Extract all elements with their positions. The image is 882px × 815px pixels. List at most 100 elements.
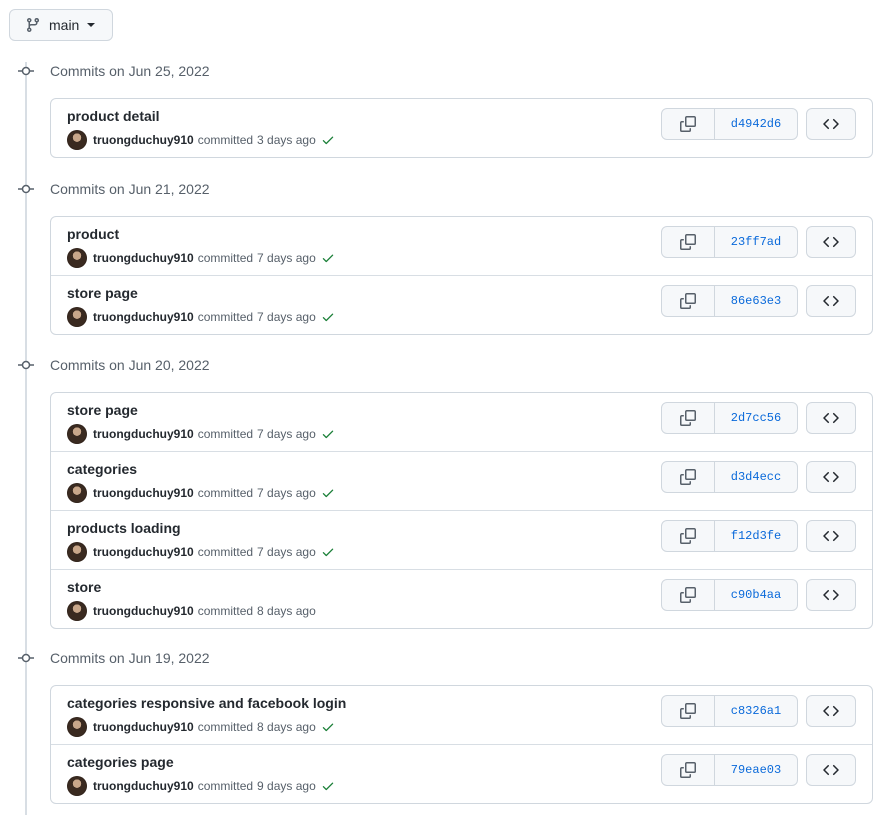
avatar[interactable] xyxy=(67,307,87,327)
avatar[interactable] xyxy=(67,542,87,562)
code-icon xyxy=(823,234,839,250)
caret-down-icon xyxy=(87,23,96,27)
browse-repo-button[interactable] xyxy=(806,754,856,786)
commit-time: 7 days ago xyxy=(257,427,316,441)
commit-message-link[interactable]: categories page xyxy=(67,754,174,770)
commit-time: 7 days ago xyxy=(257,545,316,559)
commit-group-header: Commits on Jun 20, 2022 xyxy=(0,355,300,375)
commit-sha-link[interactable]: f12d3fe xyxy=(715,521,797,551)
copy-sha-button[interactable] xyxy=(662,403,715,433)
avatar[interactable] xyxy=(67,483,87,503)
commit-list: categories responsive and facebook login… xyxy=(50,685,873,804)
commit-sha-group: c8326a1 xyxy=(661,695,798,727)
avatar[interactable] xyxy=(67,717,87,737)
git-commit-icon xyxy=(18,182,34,196)
commit-author-link[interactable]: truongduchuy910 xyxy=(93,779,194,793)
copy-sha-button[interactable] xyxy=(662,696,715,726)
commit-author-link[interactable]: truongduchuy910 xyxy=(93,310,194,324)
commit-message-link[interactable]: categories xyxy=(67,461,137,477)
code-icon xyxy=(823,703,839,719)
commit-author-link[interactable]: truongduchuy910 xyxy=(93,545,194,559)
commit-verb: committed xyxy=(197,251,254,265)
check-icon[interactable] xyxy=(321,545,335,559)
commit-meta: truongduchuy910 committed 7 days ago xyxy=(67,248,335,268)
commit-sha-link[interactable]: c8326a1 xyxy=(715,696,797,726)
commit-timeline xyxy=(25,62,27,815)
commit-list: product truongduchuy910 committed 7 days ag… xyxy=(50,216,873,335)
commit-row: product truongduchuy910 committed 7 days ag… xyxy=(51,217,872,275)
commit-message-link[interactable]: categories responsive and facebook login xyxy=(67,695,346,711)
commit-author-link[interactable]: truongduchuy910 xyxy=(93,133,194,147)
check-icon[interactable] xyxy=(321,427,335,441)
commit-message-link[interactable]: product xyxy=(67,226,119,242)
commit-author-link[interactable]: truongduchuy910 xyxy=(93,251,194,265)
commit-author-link[interactable]: truongduchuy910 xyxy=(93,604,194,618)
commit-time: 7 days ago xyxy=(257,310,316,324)
commit-author-link[interactable]: truongduchuy910 xyxy=(93,427,194,441)
copy-sha-button[interactable] xyxy=(662,227,715,257)
branch-select-button[interactable]: main xyxy=(9,9,113,41)
copy-icon xyxy=(680,410,696,426)
commit-message-link[interactable]: products loading xyxy=(67,520,181,536)
copy-sha-button[interactable] xyxy=(662,109,715,139)
avatar[interactable] xyxy=(67,130,87,150)
avatar[interactable] xyxy=(67,424,87,444)
copy-sha-button[interactable] xyxy=(662,521,715,551)
commit-author-link[interactable]: truongduchuy910 xyxy=(93,486,194,500)
check-icon[interactable] xyxy=(321,779,335,793)
copy-sha-button[interactable] xyxy=(662,580,715,610)
commit-sha-link[interactable]: 23ff7ad xyxy=(715,227,797,257)
browse-repo-button[interactable] xyxy=(806,695,856,727)
git-commit-icon xyxy=(18,651,34,665)
commit-sha-link[interactable]: 86e63e3 xyxy=(715,286,797,316)
copy-sha-button[interactable] xyxy=(662,462,715,492)
commit-row: categories responsive and facebook login… xyxy=(51,686,872,744)
commit-meta: truongduchuy910 committed 9 days ago xyxy=(67,776,335,796)
check-icon[interactable] xyxy=(321,251,335,265)
avatar[interactable] xyxy=(67,601,87,621)
commit-meta: truongduchuy910 committed 8 days ago xyxy=(67,717,335,737)
commit-verb: committed xyxy=(197,427,254,441)
code-icon xyxy=(823,116,839,132)
commit-list: product detail truongduchuy910 committed 3 … xyxy=(50,98,873,158)
code-icon xyxy=(823,528,839,544)
commit-row: product detail truongduchuy910 committed 3 … xyxy=(51,99,872,157)
avatar[interactable] xyxy=(67,776,87,796)
code-icon xyxy=(823,293,839,309)
commit-time: 3 days ago xyxy=(257,133,316,147)
commit-sha-link[interactable]: d3d4ecc xyxy=(715,462,797,492)
check-icon[interactable] xyxy=(321,720,335,734)
check-icon[interactable] xyxy=(321,133,335,147)
commit-sha-link[interactable]: 79eae03 xyxy=(715,755,797,785)
commit-sha-group: f12d3fe xyxy=(661,520,798,552)
copy-sha-button[interactable] xyxy=(662,755,715,785)
commit-message-link[interactable]: store xyxy=(67,579,101,595)
commit-verb: committed xyxy=(197,604,254,618)
commit-meta: truongduchuy910 committed 7 days ago xyxy=(67,483,335,503)
browse-repo-button[interactable] xyxy=(806,402,856,434)
commit-row: categories truongduchuy910 committed 7 days… xyxy=(51,451,872,510)
commit-sha-link[interactable]: c90b4aa xyxy=(715,580,797,610)
code-icon xyxy=(823,762,839,778)
browse-repo-button[interactable] xyxy=(806,579,856,611)
commit-sha-link[interactable]: 2d7cc56 xyxy=(715,403,797,433)
browse-repo-button[interactable] xyxy=(806,226,856,258)
browse-repo-button[interactable] xyxy=(806,108,856,140)
copy-icon xyxy=(680,234,696,250)
browse-repo-button[interactable] xyxy=(806,520,856,552)
commit-row: categories page truongduchuy910 committed 9… xyxy=(51,744,872,803)
check-icon[interactable] xyxy=(321,486,335,500)
commit-row: store page truongduchuy910 committed 7 days… xyxy=(51,393,872,451)
commit-message-link[interactable]: store page xyxy=(67,285,138,301)
commit-message-link[interactable]: product detail xyxy=(67,108,160,124)
browse-repo-button[interactable] xyxy=(806,285,856,317)
commit-verb: committed xyxy=(197,779,254,793)
avatar[interactable] xyxy=(67,248,87,268)
commit-message-link[interactable]: store page xyxy=(67,402,138,418)
check-icon[interactable] xyxy=(321,310,335,324)
commit-sha-link[interactable]: d4942d6 xyxy=(715,109,797,139)
browse-repo-button[interactable] xyxy=(806,461,856,493)
copy-icon xyxy=(680,703,696,719)
commit-author-link[interactable]: truongduchuy910 xyxy=(93,720,194,734)
copy-sha-button[interactable] xyxy=(662,286,715,316)
